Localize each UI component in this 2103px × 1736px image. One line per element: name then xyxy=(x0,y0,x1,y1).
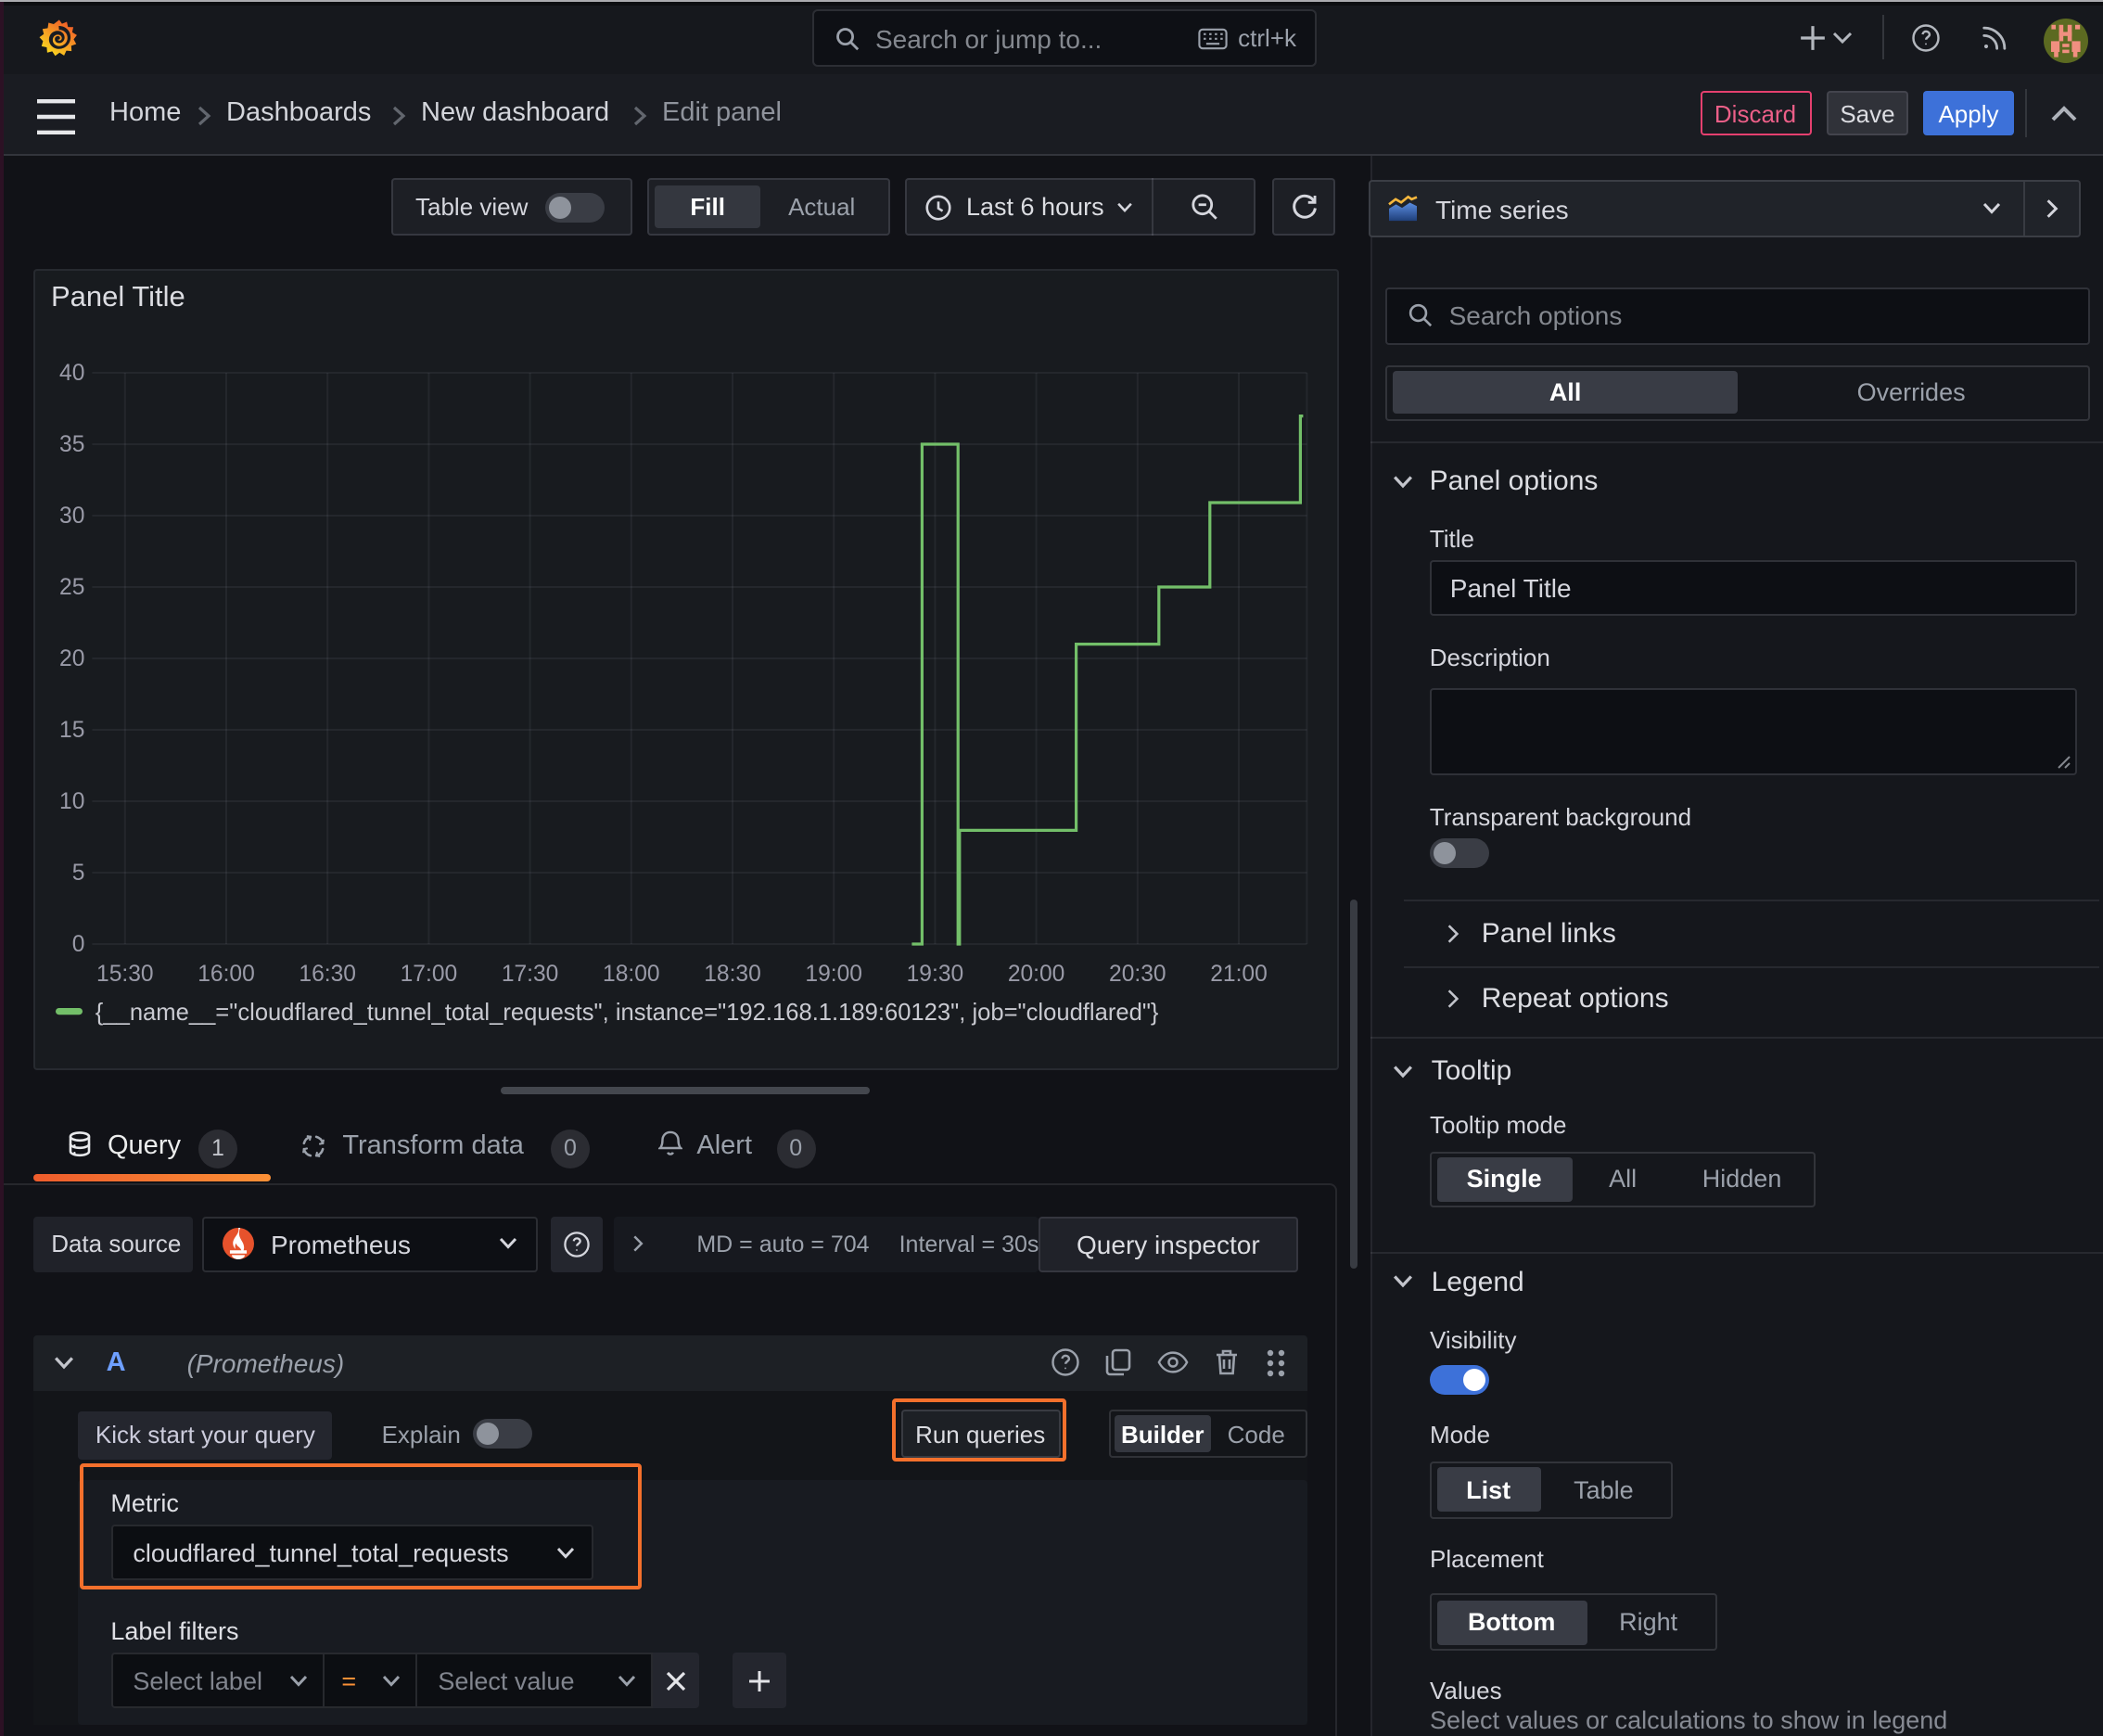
svg-text:10: 10 xyxy=(60,789,85,814)
svg-text:20:30: 20:30 xyxy=(1110,962,1167,987)
svg-text:21:00: 21:00 xyxy=(1211,962,1268,987)
svg-text:25: 25 xyxy=(60,575,85,600)
svg-text:30: 30 xyxy=(60,504,85,529)
svg-text:16:00: 16:00 xyxy=(198,962,256,987)
svg-text:15:30: 15:30 xyxy=(97,962,155,987)
svg-text:20: 20 xyxy=(60,646,85,671)
svg-text:19:00: 19:00 xyxy=(806,962,863,987)
svg-text:19:30: 19:30 xyxy=(907,962,964,987)
svg-text:16:30: 16:30 xyxy=(300,962,357,987)
svg-text:{__name__="cloudflared_tunnel_: {__name__="cloudflared_tunnel_total_requ… xyxy=(96,1000,1159,1026)
svg-text:17:00: 17:00 xyxy=(401,962,458,987)
svg-text:0: 0 xyxy=(72,932,85,957)
svg-text:18:00: 18:00 xyxy=(604,962,661,987)
svg-text:18:30: 18:30 xyxy=(705,962,762,987)
svg-text:17:30: 17:30 xyxy=(502,962,559,987)
svg-text:35: 35 xyxy=(60,432,85,457)
svg-text:5: 5 xyxy=(72,861,85,886)
svg-text:40: 40 xyxy=(60,361,85,386)
svg-text:15: 15 xyxy=(60,718,85,743)
svg-text:20:00: 20:00 xyxy=(1008,962,1065,987)
